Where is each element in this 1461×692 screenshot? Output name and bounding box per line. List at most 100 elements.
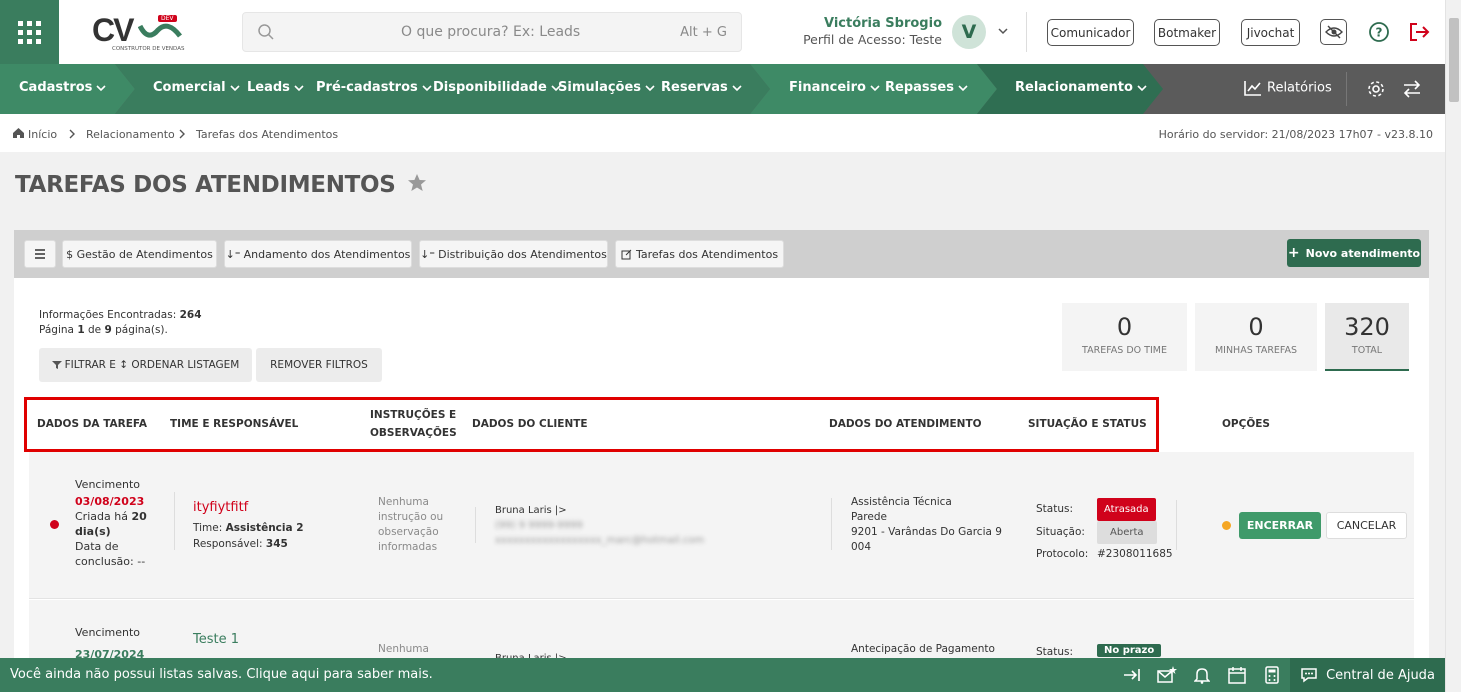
- privacy-toggle-button[interactable]: [1320, 19, 1347, 45]
- stat-label: TAREFAS DO TIME: [1082, 345, 1167, 356]
- conclusion-label: Data de: [75, 540, 119, 553]
- notifications-button[interactable]: [1191, 665, 1213, 685]
- nav-pre-cadastros[interactable]: Pré-cadastros: [316, 80, 432, 95]
- swap-icon[interactable]: [1402, 79, 1422, 99]
- status-dot: [50, 520, 59, 529]
- nav-simulacoes[interactable]: Simulações: [558, 80, 655, 95]
- page-num: 1: [77, 324, 85, 336]
- breadcrumb-current: Tarefas dos Atendimentos: [196, 128, 339, 141]
- botmaker-button[interactable]: Botmaker: [1154, 19, 1220, 46]
- nav-repasses[interactable]: Repasses: [885, 80, 968, 95]
- tab-andamento-atendimentos[interactable]: ↓⁼ Andamento dos Atendimentos: [224, 240, 412, 268]
- stat-label: TOTAL: [1351, 345, 1383, 356]
- found-info: Informações Encontradas: 264: [39, 309, 202, 321]
- help-center-button[interactable]: Central de Ajuda: [1290, 658, 1445, 692]
- tab-gestao-atendimentos[interactable]: $ Gestão de Atendimentos: [62, 240, 217, 268]
- col-opcoes: OPÇÕES: [1222, 418, 1270, 430]
- question-icon: ?: [1369, 22, 1389, 42]
- menu-toggle-button[interactable]: [24, 240, 56, 268]
- chevron-down-icon[interactable]: [997, 25, 1009, 37]
- client-name[interactable]: Bruna Laris |>: [495, 503, 704, 518]
- protocol-value: #2308011685: [1097, 548, 1173, 560]
- search-box[interactable]: O que procura? Ex: Leads Alt + G: [242, 12, 742, 52]
- sort-icon: ↓⁼: [225, 247, 241, 261]
- responsible-info: Responsável: 345: [193, 537, 288, 552]
- created-label: Criada há: [75, 510, 128, 523]
- calendar-button[interactable]: [1226, 665, 1248, 685]
- breadcrumb-home[interactable]: Início: [28, 128, 57, 141]
- tab-distribuicao-atendimentos[interactable]: ↓⁼ Distribuição dos Atendimentos: [419, 240, 608, 268]
- mail-star-button[interactable]: [1156, 665, 1178, 685]
- menu-icon: [35, 249, 45, 259]
- filter-order-button[interactable]: FILTRAR E ↕ ORDENAR LISTAGEM: [39, 348, 252, 382]
- instruction-line: observação: [378, 526, 439, 538]
- new-button-label: Novo atendimento: [1305, 246, 1421, 260]
- logo-subtitle: CONSTRUTOR DE VENDAS: [112, 46, 185, 52]
- encerrar-button[interactable]: ENCERRAR: [1239, 512, 1321, 539]
- attendance-info: Assistência Técnica Parede 9201 - Varând…: [851, 495, 1002, 555]
- due-label: Vencimento: [75, 626, 141, 639]
- home-icon: [13, 128, 24, 138]
- conclusion-value: conclusão: --: [75, 555, 146, 568]
- avatar[interactable]: V: [952, 15, 986, 49]
- star-icon[interactable]: [407, 173, 427, 193]
- instructions: Nenhuma instrução ou observação informad…: [378, 495, 443, 555]
- new-atendimento-button[interactable]: + Novo atendimento: [1287, 239, 1421, 267]
- gear-icon[interactable]: [1366, 79, 1386, 99]
- nav-relacionamento[interactable]: Relacionamento: [1015, 80, 1147, 95]
- nav-label: Pré-cadastros: [316, 80, 418, 95]
- search-placeholder: O que procura? Ex: Leads: [401, 24, 581, 40]
- chart-line-icon: [1244, 81, 1261, 96]
- remove-filters-button[interactable]: REMOVER FILTROS: [256, 348, 382, 382]
- scrollbar[interactable]: [1445, 0, 1461, 692]
- stat-my-tasks[interactable]: 0 MINHAS TAREFAS: [1195, 303, 1317, 371]
- nav-divider: [1346, 72, 1347, 106]
- apps-menu-button[interactable]: [0, 0, 59, 64]
- table-row: Vencimento 23/07/2024 Teste 1 Nenhuma Br…: [29, 600, 1414, 664]
- chevron-down-icon: [1137, 84, 1147, 91]
- nav-comercial[interactable]: Comercial: [153, 80, 240, 95]
- due-info: Vencimento 03/08/2023 Criada há 20 dia(s…: [75, 477, 155, 569]
- saved-lists-message[interactable]: Você ainda não possui listas salvas. Cli…: [10, 667, 433, 682]
- nav-label: Comercial: [153, 80, 226, 95]
- nav-label: Leads: [247, 80, 290, 95]
- cancelar-button[interactable]: CANCELAR: [1326, 512, 1407, 539]
- chevron-down-icon: [294, 84, 304, 91]
- table-row: Vencimento 03/08/2023 Criada há 20 dia(s…: [29, 452, 1414, 599]
- nav-cadastros[interactable]: Cadastros: [19, 80, 107, 95]
- nav-disponibilidade[interactable]: Disponibilidade: [433, 80, 561, 95]
- nav-label: Simulações: [558, 80, 642, 95]
- page-title-text: TAREFAS DOS ATENDIMENTOS: [15, 172, 396, 198]
- nav-relatorios[interactable]: Relatórios: [1244, 80, 1332, 96]
- calculator-button[interactable]: [1261, 665, 1283, 685]
- main-nav: Cadastros Comercial Leads Pré-cadastros …: [0, 64, 1445, 114]
- task-name[interactable]: ityfiytfitf: [193, 500, 248, 515]
- situation-label: Situação:: [1036, 526, 1085, 538]
- nav-reservas[interactable]: Reservas: [661, 80, 742, 95]
- comunicador-button[interactable]: Comunicador: [1047, 19, 1134, 46]
- jivochat-button[interactable]: Jivochat: [1241, 19, 1300, 46]
- svg-text:?: ?: [1376, 26, 1383, 40]
- help-button[interactable]: ?: [1366, 19, 1392, 45]
- user-name[interactable]: Victória Sbrogio: [780, 16, 942, 31]
- stat-total[interactable]: 320 TOTAL: [1325, 303, 1409, 371]
- option-dot: [1222, 521, 1231, 530]
- chevron-down-icon: [870, 84, 880, 91]
- calendar-icon: [1228, 667, 1246, 684]
- logo-wave-icon: [138, 23, 182, 38]
- chevron-down-icon: [230, 84, 240, 91]
- nav-financeiro[interactable]: Financeiro: [789, 80, 880, 95]
- tab-tarefas-atendimentos[interactable]: Tarefas dos Atendimentos: [615, 240, 784, 268]
- stat-team-tasks[interactable]: 0 TAREFAS DO TIME: [1062, 303, 1187, 371]
- stat-value: 320: [1344, 313, 1390, 341]
- status-badge: No prazo: [1097, 644, 1162, 657]
- logout-button[interactable]: [1406, 19, 1432, 45]
- logo[interactable]: CV DEV CONSTRUTOR DE VENDAS: [92, 12, 184, 54]
- task-name[interactable]: Teste 1: [193, 632, 239, 647]
- nav-leads[interactable]: Leads: [247, 80, 304, 95]
- collapse-button[interactable]: [1121, 665, 1143, 685]
- chat-icon: [1301, 668, 1317, 683]
- breadcrumb-relacionamento[interactable]: Relacionamento: [86, 128, 175, 141]
- chevron-down-icon: [958, 84, 968, 91]
- scrollbar-thumb[interactable]: [1449, 18, 1459, 102]
